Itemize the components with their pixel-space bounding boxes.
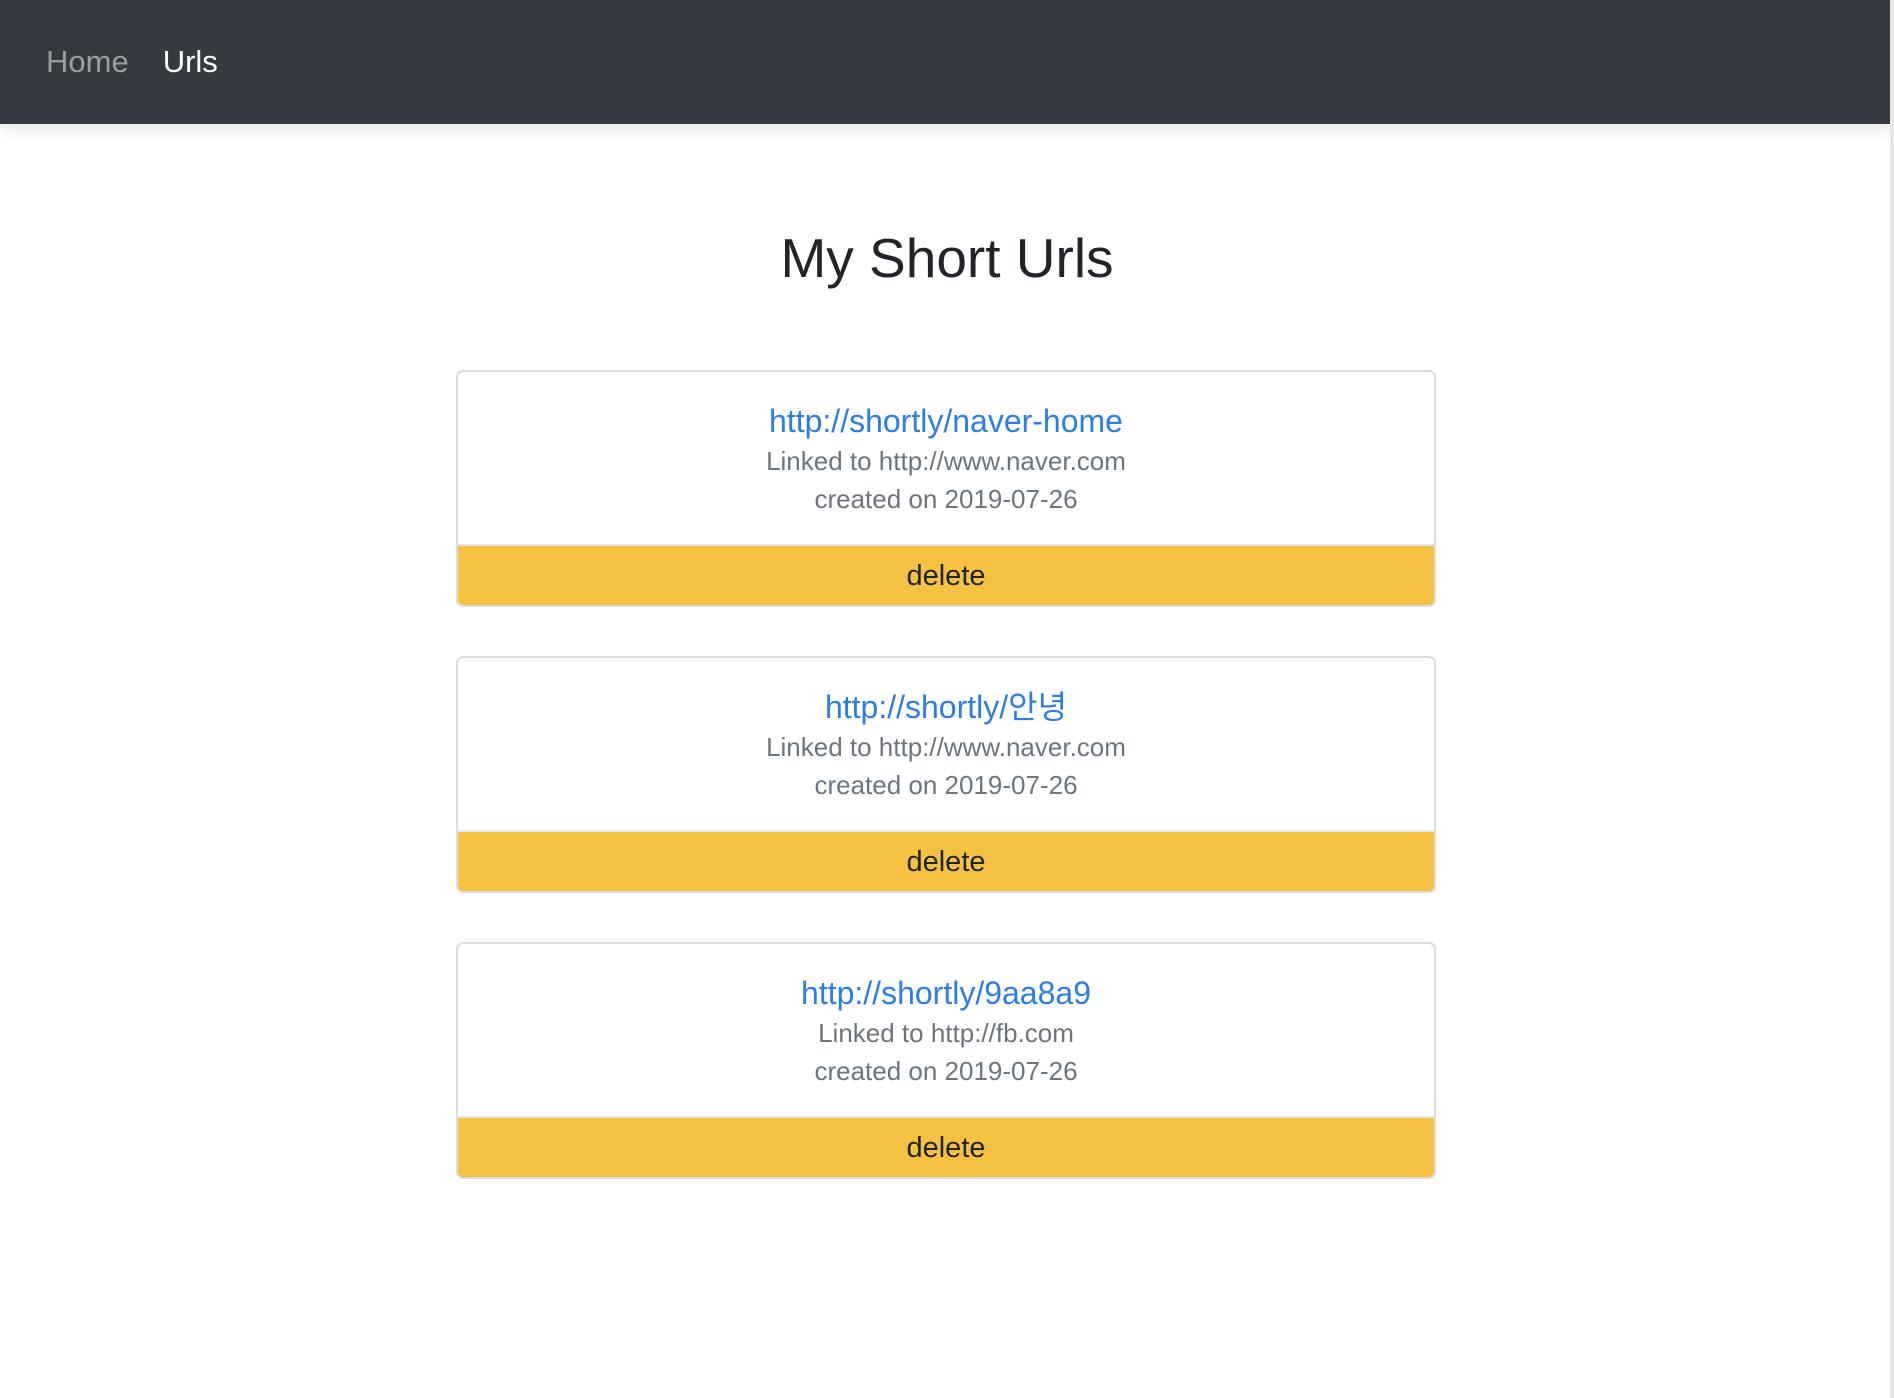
page-title: My Short Urls <box>780 227 1114 289</box>
created-date-text: created on 2019-07-26 <box>814 770 1078 800</box>
url-card-body: http://shortly/안녕 Linked to http://www.n… <box>458 658 1434 830</box>
created-date-text: created on 2019-07-26 <box>814 484 1078 514</box>
url-card: http://shortly/안녕 Linked to http://www.n… <box>456 656 1436 893</box>
top-navbar: Home Urls <box>0 0 1894 124</box>
linked-url-text: Linked to http://fb.com <box>818 1018 1074 1048</box>
vertical-scrollbar[interactable] <box>1890 0 1894 1398</box>
url-card: http://shortly/naver-home Linked to http… <box>456 370 1436 607</box>
short-url-link[interactable]: http://shortly/9aa8a9 <box>458 972 1434 1014</box>
short-url-link[interactable]: http://shortly/naver-home <box>458 400 1434 442</box>
delete-button[interactable]: delete <box>458 830 1434 891</box>
nav-urls-link[interactable]: Urls <box>163 44 218 80</box>
linked-url-text: Linked to http://www.naver.com <box>766 732 1126 762</box>
url-card-body: http://shortly/9aa8a9 Linked to http://f… <box>458 944 1434 1116</box>
delete-button[interactable]: delete <box>458 544 1434 605</box>
created-date-text: created on 2019-07-26 <box>814 1056 1078 1086</box>
short-url-link[interactable]: http://shortly/안녕 <box>458 686 1434 728</box>
url-card-body: http://shortly/naver-home Linked to http… <box>458 372 1434 544</box>
linked-url-text: Linked to http://www.naver.com <box>766 446 1126 476</box>
nav-home-link[interactable]: Home <box>46 44 129 80</box>
delete-button[interactable]: delete <box>458 1116 1434 1177</box>
url-card: http://shortly/9aa8a9 Linked to http://f… <box>456 942 1436 1179</box>
